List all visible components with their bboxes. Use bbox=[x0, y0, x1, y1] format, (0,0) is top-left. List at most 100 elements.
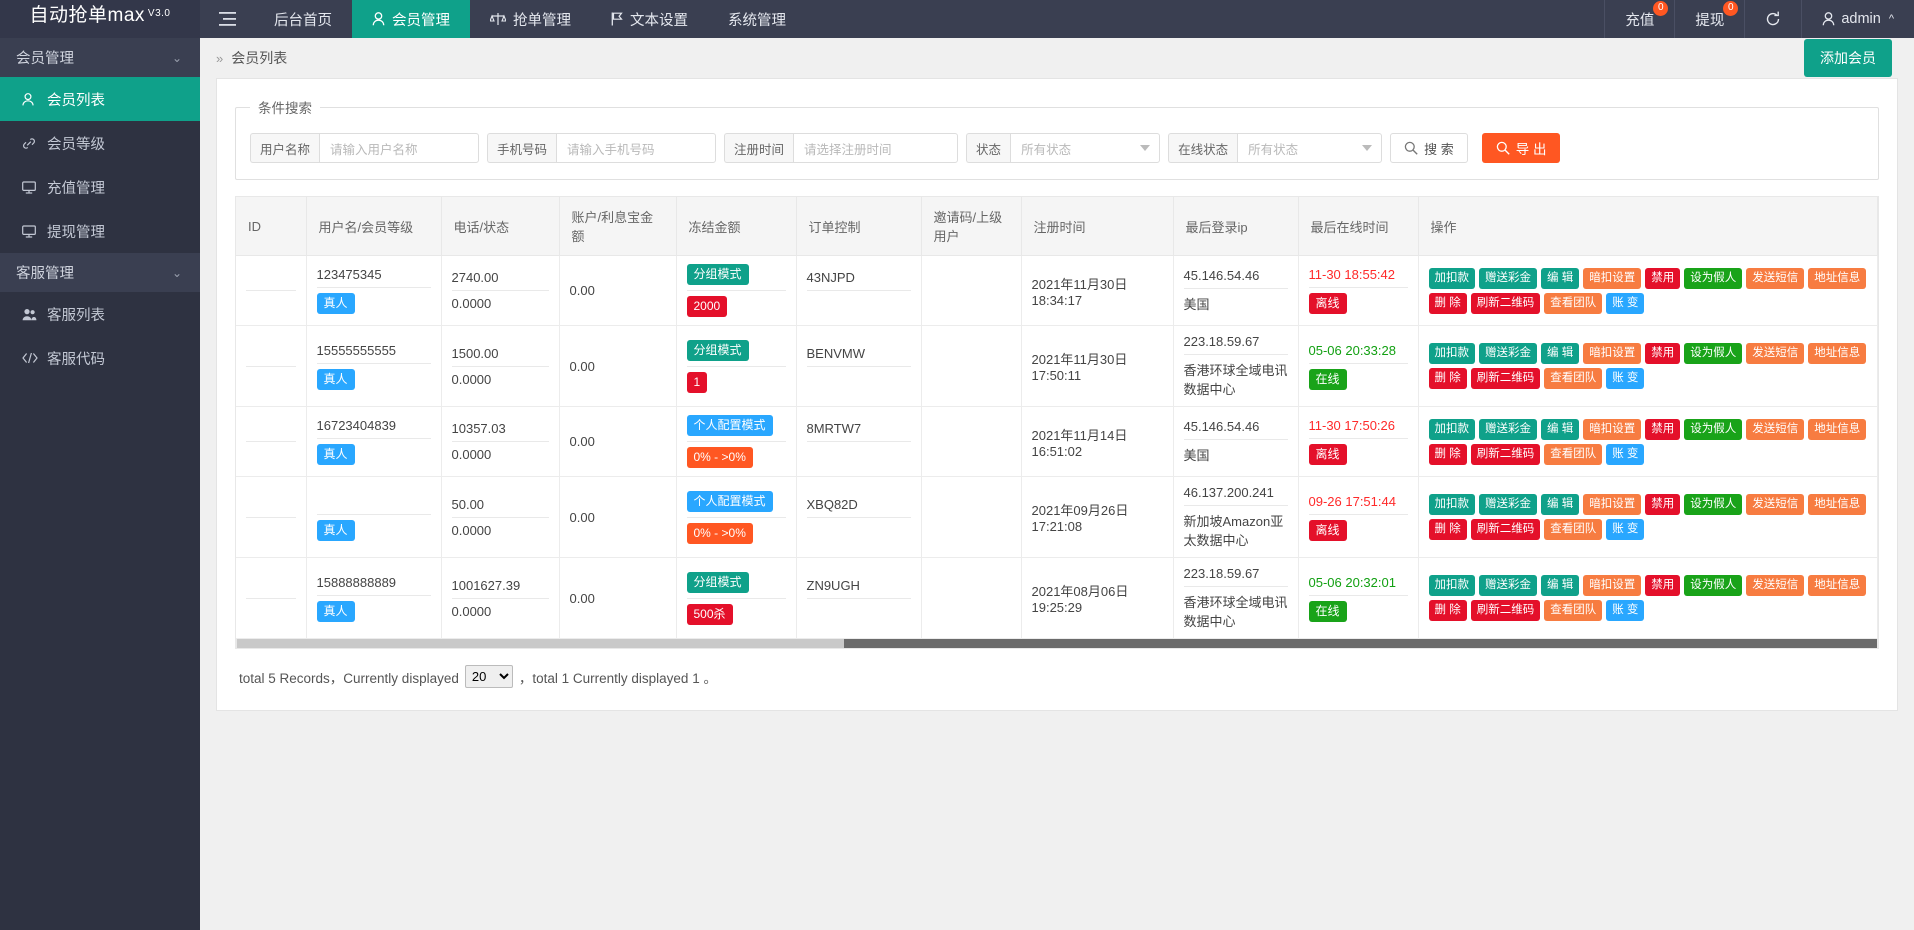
cell-username-level: 16723404839真人 bbox=[306, 407, 441, 477]
action-button-地址信息[interactable]: 地址信息 bbox=[1808, 268, 1866, 289]
action-button-发送短信[interactable]: 发送短信 bbox=[1746, 419, 1804, 440]
action-button-赠送彩金[interactable]: 赠送彩金 bbox=[1479, 419, 1537, 440]
sidebar-group-service-management[interactable]: 客服管理 ⌄ bbox=[0, 253, 200, 292]
sidebar-item-member-list[interactable]: 会员列表 bbox=[0, 77, 200, 121]
online-status-select[interactable]: 所有状态 bbox=[1237, 133, 1382, 163]
add-member-button[interactable]: 添加会员 bbox=[1804, 39, 1892, 77]
action-button-账变[interactable]: 账 变 bbox=[1606, 600, 1644, 621]
action-button-编辑[interactable]: 编 辑 bbox=[1541, 494, 1579, 515]
sidebar-toggle-icon[interactable] bbox=[200, 0, 254, 38]
action-button-账变[interactable]: 账 变 bbox=[1606, 293, 1644, 314]
action-button-赠送彩金[interactable]: 赠送彩金 bbox=[1479, 494, 1537, 515]
action-button-账变[interactable]: 账 变 bbox=[1606, 444, 1644, 465]
user-menu[interactable]: admin ^ bbox=[1801, 0, 1914, 38]
action-button-发送短信[interactable]: 发送短信 bbox=[1746, 343, 1804, 364]
action-button-账变[interactable]: 账 变 bbox=[1606, 368, 1644, 389]
action-button-删除[interactable]: 删 除 bbox=[1429, 519, 1467, 540]
action-button-刷新二维码[interactable]: 刷新二维码 bbox=[1471, 600, 1541, 621]
action-button-查看团队[interactable]: 查看团队 bbox=[1544, 444, 1602, 465]
action-button-暗扣设置[interactable]: 暗扣设置 bbox=[1583, 494, 1641, 515]
action-button-查看团队[interactable]: 查看团队 bbox=[1544, 600, 1602, 621]
action-button-查看团队[interactable]: 查看团队 bbox=[1544, 519, 1602, 540]
cell-line-1: 46.137.200.241 bbox=[1184, 485, 1288, 506]
action-button-禁用[interactable]: 禁用 bbox=[1645, 419, 1680, 440]
action-button-赠送彩金[interactable]: 赠送彩金 bbox=[1479, 575, 1537, 596]
scrollbar-thumb[interactable] bbox=[237, 639, 844, 648]
action-button-暗扣设置[interactable]: 暗扣设置 bbox=[1583, 268, 1641, 289]
action-button-删除[interactable]: 删 除 bbox=[1429, 368, 1467, 389]
last-online-value: 11-30 17:50:26 bbox=[1309, 418, 1396, 433]
action-button-地址信息[interactable]: 地址信息 bbox=[1808, 343, 1866, 364]
sidebar-item-service-list[interactable]: 客服列表 bbox=[0, 292, 200, 336]
action-button-地址信息[interactable]: 地址信息 bbox=[1808, 419, 1866, 440]
sidebar-item-withdraw-management[interactable]: 提现管理 bbox=[0, 209, 200, 253]
nav-item-system-management[interactable]: 系统管理 bbox=[708, 0, 806, 38]
action-button-禁用[interactable]: 禁用 bbox=[1645, 343, 1680, 364]
table-header-row: ID 用户名/会员等级 电话/状态 账户/利息宝金额 冻结金额 订单控制 邀请码… bbox=[236, 197, 1878, 256]
action-button-查看团队[interactable]: 查看团队 bbox=[1544, 293, 1602, 314]
action-button-设为假人[interactable]: 设为假人 bbox=[1684, 343, 1742, 364]
action-button-编辑[interactable]: 编 辑 bbox=[1541, 419, 1579, 440]
nav-item-home[interactable]: 后台首页 bbox=[254, 0, 352, 38]
column-header-invite-code: 邀请码/上级用户 bbox=[921, 197, 1021, 256]
nav-item-order-management[interactable]: 抢单管理 bbox=[470, 0, 591, 38]
export-button[interactable]: 导 出 bbox=[1482, 133, 1561, 163]
action-button-刷新二维码[interactable]: 刷新二维码 bbox=[1471, 293, 1541, 314]
sidebar-item-service-code[interactable]: 客服代码 bbox=[0, 336, 200, 380]
cell-actions: 加扣款赠送彩金编 辑暗扣设置禁用设为假人发送短信地址信息删 除刷新二维码查看团队… bbox=[1418, 477, 1878, 558]
refresh-button[interactable] bbox=[1744, 0, 1801, 38]
phone-input[interactable]: 请输入手机号码 bbox=[556, 133, 716, 163]
action-button-查看团队[interactable]: 查看团队 bbox=[1544, 368, 1602, 389]
action-button-加扣款[interactable]: 加扣款 bbox=[1429, 494, 1476, 515]
action-button-编辑[interactable]: 编 辑 bbox=[1541, 343, 1579, 364]
action-button-禁用[interactable]: 禁用 bbox=[1645, 575, 1680, 596]
action-button-禁用[interactable]: 禁用 bbox=[1645, 494, 1680, 515]
action-button-删除[interactable]: 删 除 bbox=[1429, 600, 1467, 621]
app-brand[interactable]: 自动抢单max V3.0 bbox=[0, 0, 200, 38]
withdraw-button[interactable]: 提现 0 bbox=[1674, 0, 1744, 38]
action-button-加扣款[interactable]: 加扣款 bbox=[1429, 575, 1476, 596]
action-button-加扣款[interactable]: 加扣款 bbox=[1429, 343, 1476, 364]
action-button-设为假人[interactable]: 设为假人 bbox=[1684, 268, 1742, 289]
action-button-暗扣设置[interactable]: 暗扣设置 bbox=[1583, 419, 1641, 440]
page-size-select[interactable]: 2050100 bbox=[465, 665, 513, 688]
action-button-设为假人[interactable]: 设为假人 bbox=[1684, 419, 1742, 440]
nav-item-label: 文本设置 bbox=[630, 9, 688, 30]
recharge-button[interactable]: 充值 0 bbox=[1604, 0, 1674, 38]
action-button-暗扣设置[interactable]: 暗扣设置 bbox=[1583, 575, 1641, 596]
cell-line-1 bbox=[317, 494, 431, 515]
action-button-禁用[interactable]: 禁用 bbox=[1645, 268, 1680, 289]
action-button-编辑[interactable]: 编 辑 bbox=[1541, 268, 1579, 289]
action-button-赠送彩金[interactable]: 赠送彩金 bbox=[1479, 268, 1537, 289]
sidebar-group-member-management[interactable]: 会员管理 ⌄ bbox=[0, 38, 200, 77]
action-button-刷新二维码[interactable]: 刷新二维码 bbox=[1471, 519, 1541, 540]
register-time-input[interactable]: 请选择注册时间 bbox=[793, 133, 958, 163]
action-button-删除[interactable]: 删 除 bbox=[1429, 444, 1467, 465]
action-button-暗扣设置[interactable]: 暗扣设置 bbox=[1583, 343, 1641, 364]
action-button-地址信息[interactable]: 地址信息 bbox=[1808, 575, 1866, 596]
action-button-赠送彩金[interactable]: 赠送彩金 bbox=[1479, 343, 1537, 364]
action-button-设为假人[interactable]: 设为假人 bbox=[1684, 575, 1742, 596]
action-button-发送短信[interactable]: 发送短信 bbox=[1746, 575, 1804, 596]
action-button-加扣款[interactable]: 加扣款 bbox=[1429, 419, 1476, 440]
nav-item-text-settings[interactable]: 文本设置 bbox=[591, 0, 708, 38]
action-button-设为假人[interactable]: 设为假人 bbox=[1684, 494, 1742, 515]
action-button-账变[interactable]: 账 变 bbox=[1606, 519, 1644, 540]
action-button-加扣款[interactable]: 加扣款 bbox=[1429, 268, 1476, 289]
sidebar-item-recharge-management[interactable]: 充值管理 bbox=[0, 165, 200, 209]
username-input[interactable]: 请输入用户名称 bbox=[319, 133, 479, 163]
status-select[interactable]: 所有状态 bbox=[1010, 133, 1160, 163]
nav-item-member-management[interactable]: 会员管理 bbox=[352, 0, 470, 38]
action-button-编辑[interactable]: 编 辑 bbox=[1541, 575, 1579, 596]
action-button-发送短信[interactable]: 发送短信 bbox=[1746, 494, 1804, 515]
action-button-刷新二维码[interactable]: 刷新二维码 bbox=[1471, 368, 1541, 389]
action-button-刷新二维码[interactable]: 刷新二维码 bbox=[1471, 444, 1541, 465]
action-button-发送短信[interactable]: 发送短信 bbox=[1746, 268, 1804, 289]
cell-line-2: 美国 bbox=[1184, 445, 1288, 464]
action-button-地址信息[interactable]: 地址信息 bbox=[1808, 494, 1866, 515]
search-button[interactable]: 搜 索 bbox=[1390, 133, 1468, 163]
cell-line-2: 500杀 bbox=[687, 604, 786, 625]
sidebar-item-member-level[interactable]: 会员等级 bbox=[0, 121, 200, 165]
horizontal-scrollbar[interactable] bbox=[236, 639, 1878, 649]
action-button-删除[interactable]: 删 除 bbox=[1429, 293, 1467, 314]
